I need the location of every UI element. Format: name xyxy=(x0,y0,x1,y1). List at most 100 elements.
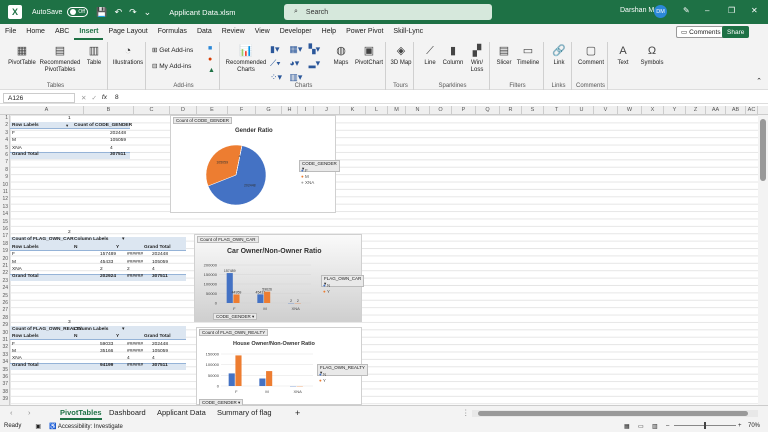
pivot3-title[interactable]: Count of FLAG_OWN_REALTY xyxy=(12,326,82,333)
chart-value-field-button[interactable]: Count of FLAG_OWN_CAR xyxy=(197,236,259,243)
grand-total-value[interactable]: 307511 xyxy=(152,362,168,369)
column-chart-icon[interactable]: ▮▾ xyxy=(270,44,289,55)
autosave-toggle[interactable]: Off xyxy=(67,7,89,17)
column-header[interactable]: X xyxy=(642,106,664,115)
histogram-icon[interactable]: ▂▾ xyxy=(309,58,328,69)
pen-icon[interactable]: ✎ xyxy=(683,6,690,15)
menu-page-layout[interactable]: Page Layout xyxy=(103,24,152,40)
row-header[interactable]: 5 xyxy=(0,145,10,151)
row-header[interactable]: 32 xyxy=(0,344,10,350)
pivottable-button[interactable]: ▦ PivotTable xyxy=(8,44,36,67)
column-header[interactable]: M xyxy=(388,106,406,115)
column-header[interactable]: P xyxy=(452,106,476,115)
row-header[interactable]: 3 xyxy=(0,130,10,136)
pivot1-column-header[interactable]: Count of CODE_GENDER xyxy=(74,122,132,129)
table-button[interactable]: ▥ Table xyxy=(84,44,104,67)
column-header[interactable]: I xyxy=(298,106,314,115)
column-header[interactable]: Y xyxy=(664,106,686,115)
accessibility-status[interactable]: ♿ Accessibility: Investigate xyxy=(49,423,123,430)
row-header[interactable]: 17 xyxy=(0,233,10,239)
chart-title[interactable]: Gender Ratio xyxy=(235,128,273,134)
car-owner-chart[interactable]: Count of FLAG_OWN_CAR Car Owner/Non-Owne… xyxy=(194,234,365,322)
grand-total-label[interactable]: Grand Total xyxy=(12,362,39,369)
row-header[interactable]: 31 xyxy=(0,337,10,343)
pivot-cell[interactable]: ###### xyxy=(127,348,143,355)
vertical-scrollbar[interactable] xyxy=(758,115,768,405)
row-header[interactable]: 6 xyxy=(0,152,10,158)
grand-total-value[interactable]: ###### xyxy=(127,273,143,280)
row-header[interactable]: 33 xyxy=(0,352,10,358)
pivot-row-label[interactable]: F xyxy=(12,251,15,258)
row-header[interactable]: 12 xyxy=(0,196,10,202)
row-header[interactable]: 11 xyxy=(0,189,10,195)
column-header[interactable]: D xyxy=(170,106,197,115)
bar-y-f[interactable] xyxy=(233,294,240,303)
column-header[interactable]: A xyxy=(10,106,84,115)
row-header[interactable]: 27 xyxy=(0,307,10,313)
pivot-row-label[interactable]: F xyxy=(12,130,15,137)
column-header[interactable]: Q xyxy=(476,106,500,115)
menu-file[interactable]: File xyxy=(0,24,21,40)
pivot-row-label[interactable]: M xyxy=(12,259,16,266)
menu-view[interactable]: View xyxy=(250,24,275,40)
menu-insert[interactable]: Insert xyxy=(74,24,104,40)
filter-dropdown-icon[interactable]: ▾ xyxy=(122,326,124,333)
redo-icon[interactable]: ↷ xyxy=(129,7,137,18)
cancel-icon[interactable]: ✕ xyxy=(81,94,86,102)
column-header[interactable]: H xyxy=(282,106,298,115)
recommended-pivottables-button[interactable]: ▤ Recommended PivotTables xyxy=(39,44,81,74)
grand-total-value[interactable]: 307511 xyxy=(152,273,168,280)
sparkline-column-button[interactable]: ▮ Column xyxy=(442,44,464,67)
row-header[interactable]: 16 xyxy=(0,226,10,232)
sheet-tab-dashboard[interactable]: Dashboard xyxy=(109,406,146,420)
share-button[interactable]: Share xyxy=(722,26,750,38)
row-header[interactable]: 19 xyxy=(0,248,10,254)
menu-developer[interactable]: Developer xyxy=(275,24,317,40)
collapse-ribbon-icon[interactable]: ⌃ xyxy=(756,77,762,85)
menu-power-pivot[interactable]: Power Pivot xyxy=(341,24,388,40)
name-box[interactable]: A126 xyxy=(3,92,75,103)
avatar[interactable]: DM xyxy=(654,5,667,18)
chart-value-field-button[interactable]: Count of CODE_GENDER xyxy=(173,117,233,124)
normal-view-icon[interactable]: ▦ xyxy=(624,423,630,430)
formula-input[interactable]: 8 xyxy=(115,94,119,101)
filter-dropdown-icon[interactable]: ▾ xyxy=(66,122,68,129)
bar-n-m[interactable] xyxy=(259,378,266,386)
zoom-in-icon[interactable]: + xyxy=(738,423,742,429)
close-icon[interactable]: ✕ xyxy=(751,6,758,15)
combo-chart-icon[interactable]: ▥▾ xyxy=(289,72,308,83)
prev-sheet-icon[interactable]: ‹ xyxy=(10,406,13,420)
macro-record-icon[interactable]: ▣ xyxy=(35,423,41,430)
house-owner-chart[interactable]: Count of FLAG_OWN_REALTY House Owner/Non… xyxy=(196,327,368,406)
row-header[interactable]: 23 xyxy=(0,278,10,284)
vertical-scroll-thumb[interactable] xyxy=(760,119,766,181)
column-header[interactable]: T xyxy=(544,106,570,115)
column-header[interactable]: G xyxy=(256,106,282,115)
menu-review[interactable]: Review xyxy=(217,24,250,40)
row-header[interactable]: 20 xyxy=(0,256,10,262)
column-labels-header[interactable]: Column Labels xyxy=(74,326,108,333)
bar-n-f[interactable] xyxy=(226,273,233,303)
get-addins-button[interactable]: ⊞ Get Add-ins xyxy=(152,46,193,54)
link-button[interactable]: 🔗 Link xyxy=(548,44,570,67)
column-header[interactable]: O xyxy=(430,106,452,115)
tab-options-icon[interactable]: ⋮ xyxy=(462,406,470,420)
gender-pie-chart[interactable]: Count of CODE_GENDER Gender Ratio 202448… xyxy=(170,115,340,213)
column-header[interactable]: B xyxy=(84,106,134,115)
row-header[interactable]: 18 xyxy=(0,241,10,247)
pivot-cell[interactable]: ###### xyxy=(127,341,143,348)
column-header[interactable]: K xyxy=(340,106,366,115)
grand-total-value[interactable]: 307511 xyxy=(110,151,126,158)
row-header[interactable]: 15 xyxy=(0,219,10,225)
zoom-slider[interactable] xyxy=(674,422,736,429)
worksheet-grid[interactable]: 1 Row Labels ▾ Count of CODE_GENDER F 202… xyxy=(10,115,758,406)
row-header[interactable]: 29 xyxy=(0,322,10,328)
page-break-view-icon[interactable]: ▥ xyxy=(652,423,658,430)
row-header[interactable]: 1 xyxy=(0,115,10,121)
undo-icon[interactable]: ↶ xyxy=(115,7,123,18)
grand-total-value[interactable]: ###### xyxy=(127,362,143,369)
grand-total-value[interactable]: 202924 xyxy=(100,273,116,280)
bar-y-f[interactable] xyxy=(235,355,242,386)
comment-button[interactable]: ▢ Comment xyxy=(576,44,606,67)
column-header[interactable]: U xyxy=(570,106,594,115)
